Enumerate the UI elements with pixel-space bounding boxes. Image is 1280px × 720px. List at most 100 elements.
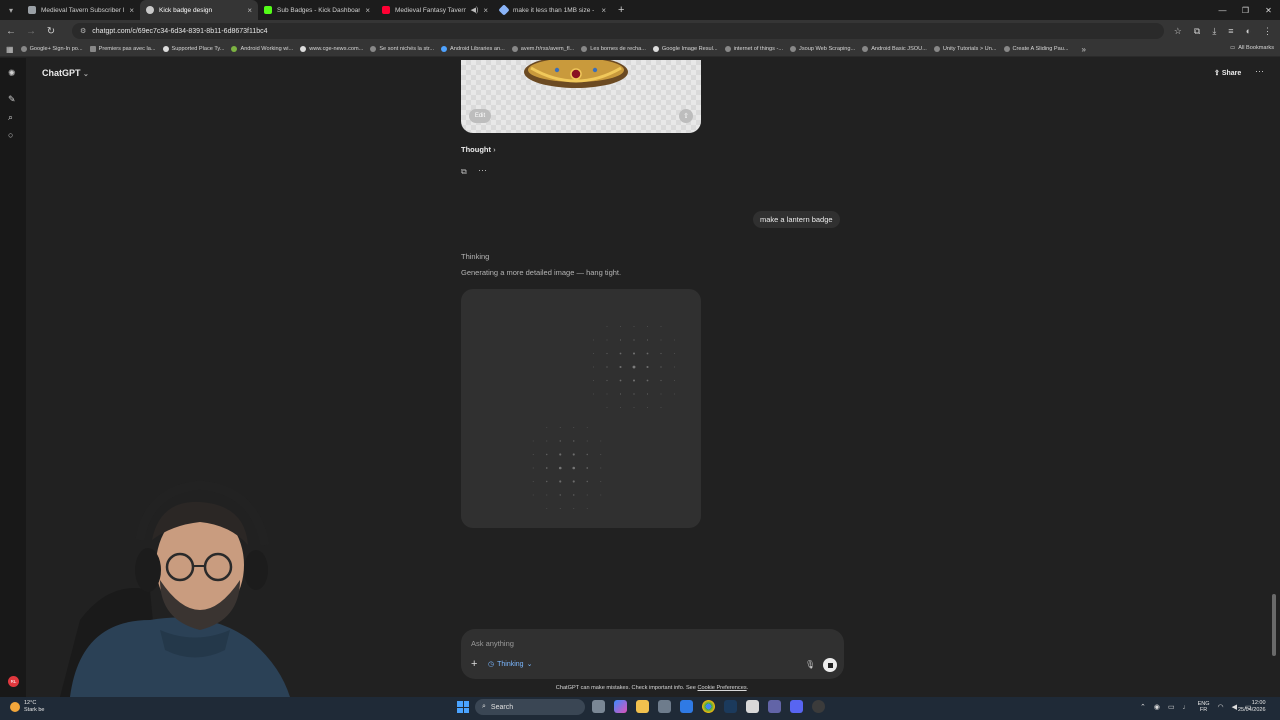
copilot-icon[interactable] <box>614 700 627 713</box>
folder-icon: ▭ <box>1229 45 1236 51</box>
back-icon[interactable]: ← <box>6 26 16 37</box>
tab-close-icon[interactable]: × <box>365 6 370 15</box>
minimize-icon[interactable]: — <box>1211 0 1234 20</box>
language-indicator[interactable]: ENG FR <box>1198 701 1210 713</box>
reload-icon[interactable]: ↻ <box>46 26 56 37</box>
taskbar-search[interactable]: ⌕ Search <box>475 699 585 715</box>
more-options-icon[interactable]: ⋯ <box>1255 66 1264 77</box>
search-icon[interactable]: ⌕ <box>8 112 13 123</box>
loading-dot <box>606 407 608 408</box>
prompt-input[interactable] <box>471 637 771 649</box>
bookmark-item[interactable]: Les bornes de recha... <box>581 46 646 52</box>
share-button[interactable]: ⇪ Share <box>1214 69 1241 77</box>
browser-tab-2[interactable]: Kick badge design × <box>140 0 258 20</box>
stop-generation-button[interactable] <box>823 658 837 672</box>
tray-overflow-icon[interactable]: ⌃ <box>1140 703 1146 711</box>
bookmark-item[interactable]: Jsoup Web Scraping... <box>790 46 855 52</box>
bookmark-item[interactable]: Google+ Sign-In po... <box>20 46 83 52</box>
speaker-icon[interactable]: ◀) <box>471 6 479 14</box>
browser-tab-1[interactable]: Medieval Tavern Subscriber Ba × <box>22 0 140 20</box>
bookmark-item[interactable]: internet of things -... <box>724 46 783 52</box>
bookmark-star-icon[interactable]: ☆ <box>1174 26 1182 37</box>
tab-close-icon[interactable]: × <box>601 6 606 15</box>
forward-icon[interactable]: → <box>26 26 36 37</box>
copy-icon[interactable]: ⧉ <box>461 167 467 177</box>
loading-dot <box>674 353 675 354</box>
bookmark-item[interactable]: Google Image Resul... <box>652 46 718 52</box>
teams-icon[interactable] <box>768 700 781 713</box>
close-window-icon[interactable]: ✕ <box>1257 0 1280 20</box>
message-more-icon[interactable]: ⋯ <box>478 165 487 176</box>
task-view-icon[interactable] <box>592 700 605 713</box>
scrollbar-thumb[interactable] <box>1272 594 1276 656</box>
tab-strip: ▾ Medieval Tavern Subscriber Ba × Kick b… <box>0 0 1280 20</box>
loading-dot <box>633 339 635 341</box>
browser-tab-3[interactable]: Sub Badges - Kick Dashboard × <box>258 0 376 20</box>
all-bookmarks[interactable]: ▭ All Bookmarks <box>1230 45 1274 51</box>
browser-tab-4[interactable]: Medieval Fantasy Tavern 3 ◀) × <box>376 0 494 20</box>
thinking-mode-selector[interactable]: ◷ Thinking ⌄ <box>488 660 532 669</box>
download-image-icon[interactable]: ⇧ <box>679 109 693 123</box>
bookmark-item[interactable]: www.cge-news.com... <box>300 46 363 52</box>
file-explorer-icon[interactable] <box>636 700 649 713</box>
loading-dot <box>660 407 662 408</box>
unity-icon[interactable] <box>746 700 759 713</box>
thought-toggle[interactable]: Thought › <box>461 145 496 154</box>
mail-icon[interactable] <box>680 700 693 713</box>
bookmark-item[interactable]: Android Basic JSOU... <box>862 46 927 52</box>
bookmark-item[interactable]: avem.fr/rss/avem_fl... <box>511 46 574 52</box>
apps-grid-icon[interactable]: ▦ <box>6 45 14 54</box>
windows-start-icon[interactable] <box>457 701 469 713</box>
store-icon[interactable] <box>658 700 671 713</box>
menu-dots-icon[interactable]: ⋮ <box>1263 26 1272 37</box>
bookmark-item[interactable]: Premiers pas avec la... <box>89 46 156 52</box>
discord-icon[interactable] <box>790 700 803 713</box>
chat-bubble-icon[interactable]: ○ <box>8 130 13 140</box>
bookmark-item[interactable]: Create A Sliding Pau... <box>1003 46 1068 52</box>
browser-tab-5[interactable]: make it less than 1MB size - Ge × <box>494 0 612 20</box>
cookie-preferences-link[interactable]: Cookie Preferences <box>697 685 746 691</box>
chrome-icon[interactable] <box>702 700 715 713</box>
bookmark-item[interactable]: Se sont nichés la str... <box>370 46 434 52</box>
microphone-icon[interactable]: 🎙 <box>805 660 815 669</box>
tray-app-icon[interactable]: ◉ <box>1154 703 1160 711</box>
bookmark-item[interactable]: Android Libraries an... <box>441 46 505 52</box>
tab-close-icon[interactable]: × <box>483 6 488 15</box>
tray-mic-icon[interactable]: ♩ <box>1183 704 1190 711</box>
maximize-icon[interactable]: ❐ <box>1234 0 1257 20</box>
model-selector[interactable]: ChatGPT ⌄ <box>42 68 89 78</box>
edit-image-button[interactable]: Edit <box>469 109 491 123</box>
webcam-overlay <box>60 480 290 697</box>
clock[interactable]: 12:00 25/04/2026 <box>1238 700 1266 714</box>
tab-search-icon[interactable]: ▾ <box>0 0 22 20</box>
share-icon: ⇪ <box>1214 70 1220 77</box>
tab-close-icon[interactable]: × <box>247 6 252 15</box>
loading-dot <box>586 440 588 442</box>
obs-icon[interactable] <box>812 700 825 713</box>
site-info-icon[interactable]: ⚙ <box>80 27 86 35</box>
loading-dot <box>660 326 662 327</box>
new-chat-icon[interactable]: ✎ <box>8 94 16 105</box>
tab-title: Medieval Fantasy Tavern 3 <box>395 6 466 14</box>
media-icon[interactable]: ≡ <box>1228 26 1233 37</box>
openai-logo-icon[interactable]: ✺ <box>8 68 16 79</box>
bookmark-item[interactable]: Unity Tutorials > Un... <box>933 46 997 52</box>
volume-icon[interactable]: ◀ <box>1232 703 1237 711</box>
download-icon[interactable]: ⤓ <box>1212 26 1216 37</box>
profile-icon[interactable]: ◐ <box>1246 26 1251 37</box>
toolbar-actions: ☆ ⧉ ⤓ ≡ ◐ ⋮ <box>1174 26 1280 37</box>
loading-dot <box>593 353 594 354</box>
steam-icon[interactable] <box>724 700 737 713</box>
tray-drive-icon[interactable]: ▭ <box>1168 703 1175 711</box>
extensions-icon[interactable]: ⧉ <box>1194 26 1200 37</box>
bookmarks-overflow-icon[interactable]: » <box>1081 45 1085 54</box>
url-field[interactable]: ⚙ chatgpt.com/c/69ec7c34-6d34-8391-8b11-… <box>72 23 1164 39</box>
generated-image-card[interactable]: Edit ⇧ <box>461 60 701 133</box>
wifi-icon[interactable]: ◠ <box>1218 703 1224 711</box>
new-tab-icon[interactable]: + <box>612 4 630 16</box>
weather-widget[interactable]: 12°C Stark be <box>10 700 44 714</box>
tab-close-icon[interactable]: × <box>129 6 134 15</box>
bookmark-item[interactable]: Supported Place Ty... <box>162 46 224 52</box>
add-attachment-icon[interactable]: + <box>471 658 477 670</box>
bookmark-item[interactable]: Android Working wi... <box>231 46 293 52</box>
